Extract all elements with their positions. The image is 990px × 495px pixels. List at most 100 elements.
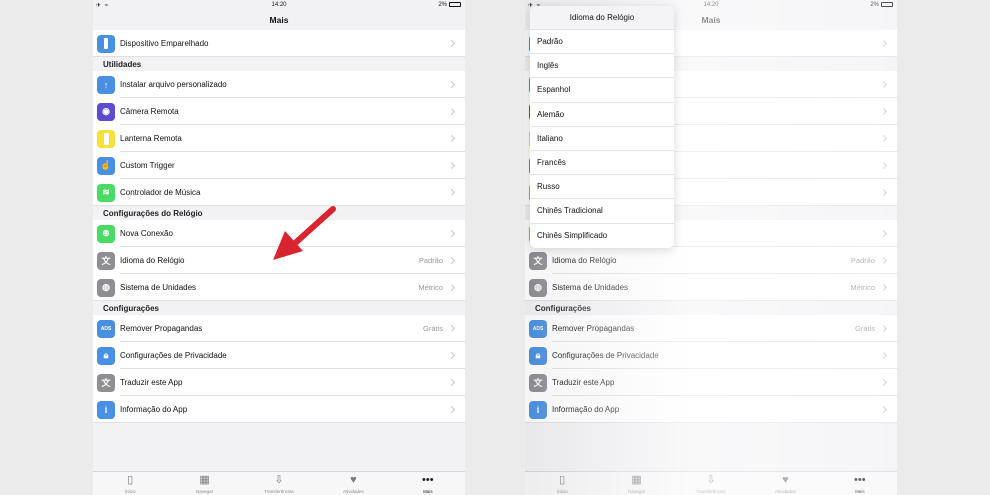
- download-icon: ⇩: [706, 474, 716, 486]
- tab-label: Navegar: [628, 489, 646, 494]
- home-icon: ▯: [559, 474, 566, 486]
- heart-icon: ♥: [350, 474, 357, 486]
- lock-icon: 🔒︎: [97, 346, 115, 365]
- language-option[interactable]: Italiano: [530, 127, 674, 151]
- page-title: Mais: [269, 15, 289, 25]
- row-label: Lanterna Remota: [120, 134, 182, 143]
- chevron-right-icon: [879, 378, 888, 387]
- arrow-shaft: [290, 206, 336, 248]
- upload-arrow-icon: ↑: [97, 75, 115, 94]
- tab-label: Transferências: [696, 489, 726, 494]
- chevron-right-icon: [879, 188, 888, 197]
- row-unit-system[interactable]: ◍ Sistema de Unidades Métrico: [93, 274, 465, 301]
- row-unit-system[interactable]: ◍ Sistema de Unidades Métrico: [525, 274, 897, 301]
- tab-label: Navegar: [196, 489, 214, 494]
- battery-indicator: 2%: [438, 2, 461, 8]
- language-option[interactable]: Russo: [530, 175, 674, 200]
- chevron-right-icon: [447, 378, 456, 387]
- tab-downloads[interactable]: ⇩ Transferências: [242, 472, 316, 495]
- ads-icon: ADS: [529, 319, 547, 338]
- more-icon: •••: [422, 474, 434, 486]
- row-remote-camera[interactable]: ◉ Câmera Remota: [93, 98, 465, 125]
- download-icon: ⇩: [274, 474, 284, 486]
- row-label: Dispositivo Emparelhado: [120, 39, 209, 48]
- chevron-right-icon: [447, 405, 456, 414]
- tab-label: Atividades: [775, 489, 796, 494]
- arrow-head: [273, 231, 303, 260]
- battery-indicator: 2%: [870, 2, 893, 8]
- row-remove-ads[interactable]: ADS Remover Propagandas Grátis: [93, 315, 465, 342]
- chevron-right-icon: [447, 188, 456, 197]
- more-icon: •••: [854, 474, 866, 486]
- row-remove-ads[interactable]: ADS Remover Propagandas Grátis: [525, 315, 897, 342]
- tab-browse[interactable]: ▦ Navegar: [167, 472, 241, 495]
- row-label: Remover Propagandas: [552, 324, 635, 333]
- language-option[interactable]: Inglês: [530, 54, 674, 79]
- status-bar: ✈ ≈ 14:20 2%: [93, 0, 465, 11]
- row-translate-app[interactable]: 文 Traduzir este App: [525, 369, 897, 396]
- row-watch-language[interactable]: 文 Idioma do Relógio Padrão: [525, 247, 897, 274]
- row-label: Remover Propagandas: [120, 324, 203, 333]
- flashlight-icon: [97, 129, 115, 148]
- row-install-custom[interactable]: ↑ Instalar arquivo personalizado: [93, 71, 465, 98]
- tab-home[interactable]: ▯ Início: [93, 472, 167, 495]
- row-label: Idioma do Relógio: [552, 256, 617, 265]
- row-value: Padrão: [418, 256, 443, 265]
- row-label: Configurações de Privacidade: [120, 351, 227, 360]
- language-option[interactable]: Chinês Simplificado: [530, 224, 674, 248]
- row-app-info[interactable]: i Informação do App: [93, 396, 465, 423]
- language-option[interactable]: Francês: [530, 151, 674, 176]
- ads-icon: ADS: [97, 319, 115, 338]
- row-value: Grátis: [854, 324, 875, 333]
- plus-circle-icon: ⊕: [97, 224, 115, 243]
- row-privacy-settings[interactable]: 🔒︎ Configurações de Privacidade: [525, 342, 897, 369]
- language-option[interactable]: Chinês Tradicional: [530, 199, 674, 224]
- chevron-right-icon: [447, 283, 456, 292]
- tab-more[interactable]: ••• Mais: [823, 472, 897, 495]
- row-label: Informação do App: [552, 405, 620, 414]
- watch-icon: [97, 34, 115, 53]
- row-label: Sistema de Unidades: [552, 283, 629, 292]
- row-custom-trigger[interactable]: ☝ Custom Trigger: [93, 152, 465, 179]
- row-music-controller[interactable]: ≋ Controlador de Música: [93, 179, 465, 206]
- row-label: Sistema de Unidades: [120, 283, 197, 292]
- tab-home[interactable]: ▯ Início: [525, 472, 599, 495]
- chevron-right-icon: [447, 39, 456, 48]
- heart-icon: ♥: [782, 474, 789, 486]
- chevron-right-icon: [879, 229, 888, 238]
- status-time: 14:20: [271, 2, 287, 8]
- row-app-info[interactable]: i Informação do App: [525, 396, 897, 423]
- tab-bar: ▯ Início ▦ Navegar ⇩ Transferências ♥ Ativid…: [525, 471, 897, 495]
- chevron-right-icon: [447, 229, 456, 238]
- translate-icon: 文: [529, 373, 547, 392]
- row-label: Controlador de Música: [120, 188, 201, 197]
- tab-activities[interactable]: ♥ Atividades: [748, 472, 822, 495]
- tab-label: Mais: [423, 489, 433, 494]
- row-remote-flashlight[interactable]: Lanterna Remota: [93, 125, 465, 152]
- tap-hand-icon: ☝: [97, 156, 115, 175]
- chevron-right-icon: [879, 324, 888, 333]
- section-header-settings: Configurações: [525, 301, 897, 315]
- language-option[interactable]: Alemão: [530, 103, 674, 127]
- tab-browse[interactable]: ▦ Navegar: [599, 472, 673, 495]
- language-option[interactable]: Espanhol: [530, 78, 674, 103]
- tab-label: Mais: [855, 489, 865, 494]
- row-label: Câmera Remota: [120, 107, 179, 116]
- row-label: Custom Trigger: [120, 161, 175, 170]
- chevron-right-icon: [879, 161, 888, 170]
- row-translate-app[interactable]: 文 Traduzir este App: [93, 369, 465, 396]
- chevron-right-icon: [879, 39, 888, 48]
- language-option[interactable]: Padrão: [530, 30, 674, 55]
- info-icon: i: [529, 400, 547, 419]
- section-header-utilities: Utilidades: [93, 57, 465, 71]
- chevron-right-icon: [447, 80, 456, 89]
- battery-text: 2%: [870, 2, 879, 9]
- tab-more[interactable]: ••• Mais: [391, 472, 465, 495]
- tab-downloads[interactable]: ⇩ Transferências: [674, 472, 748, 495]
- chevron-right-icon: [879, 134, 888, 143]
- tab-activities[interactable]: ♥ Atividades: [316, 472, 390, 495]
- row-paired-device[interactable]: Dispositivo Emparelhado: [93, 30, 465, 57]
- row-privacy-settings[interactable]: 🔒︎ Configurações de Privacidade: [93, 342, 465, 369]
- chevron-right-icon: [447, 134, 456, 143]
- chevron-right-icon: [447, 161, 456, 170]
